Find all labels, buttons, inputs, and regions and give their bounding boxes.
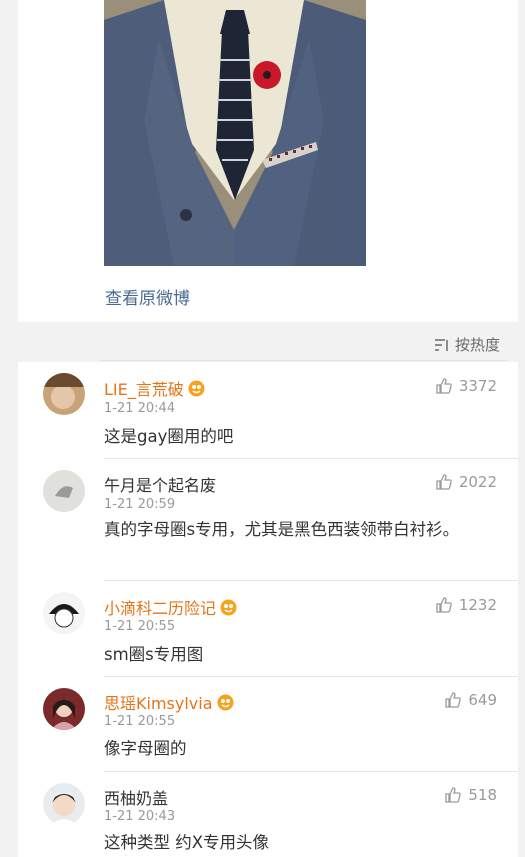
like-count: 2022 [458, 473, 497, 491]
thumbs-up-icon [445, 692, 462, 708]
comment-list: LIE_言荒破 1-21 20:44 这是gay圈用的吧 3372 午月是个起名… [18, 362, 518, 857]
username-text[interactable]: 午月是个起名废 [104, 472, 216, 496]
like-count: 649 [468, 691, 497, 709]
comment-text: 像字母圈的 [104, 739, 187, 758]
sort-icon [434, 338, 448, 351]
comment-text: sm圈s专用图 [104, 645, 204, 664]
comment-sort-bar: 按热度 [0, 322, 525, 362]
divider [100, 360, 507, 361]
comment-username[interactable]: 思瑶Kimsylvia [104, 690, 234, 714]
vip-badge-icon [188, 380, 205, 396]
avatar[interactable] [43, 470, 85, 512]
username-text[interactable]: LIE_言荒破 [104, 376, 184, 400]
vip-badge-icon [217, 694, 233, 710]
like-count: 1232 [458, 596, 497, 614]
like-button[interactable]: 2022 [435, 473, 497, 491]
original-post-card: 查看原微博 [18, 0, 518, 322]
comment-time: 1-21 20:59 [104, 497, 176, 512]
comment-time: 1-21 20:43 [104, 809, 176, 824]
comment-username[interactable]: 小滴科二历险记 [104, 595, 237, 619]
comment-username[interactable]: LIE_言荒破 [104, 376, 205, 400]
thumbs-up-icon [436, 597, 452, 613]
comment-text: 真的字母圈s专用，尤其是黑色西装领带白衬衫。 [104, 520, 460, 539]
comment-item: 西柚奶盖 1-21 20:43 这种类型 约X专用头像 518 [18, 772, 518, 857]
comment-username[interactable]: 西柚奶盖 [104, 785, 168, 809]
avatar[interactable] [43, 592, 85, 634]
comment-time: 1-21 20:44 [104, 401, 176, 416]
comment-item: LIE_言荒破 1-21 20:44 这是gay圈用的吧 3372 [18, 362, 518, 460]
username-text[interactable]: 西柚奶盖 [104, 785, 168, 809]
like-count: 518 [468, 786, 497, 804]
comment-username[interactable]: 午月是个起名废 [104, 472, 216, 496]
sort-by-hot-button[interactable]: 按热度 [434, 334, 500, 355]
like-button[interactable]: 518 [444, 786, 497, 804]
view-original-post-link[interactable]: 查看原微博 [105, 284, 190, 309]
comment-item: 小滴科二历险记 1-21 20:55 sm圈s专用图 1232 [18, 581, 518, 678]
post-image[interactable] [104, 0, 366, 266]
avatar[interactable] [43, 783, 85, 825]
avatar[interactable] [43, 373, 85, 415]
comment-time: 1-21 20:55 [104, 714, 176, 729]
thumbs-up-icon [445, 787, 462, 803]
thumbs-up-icon [436, 378, 452, 394]
comment-time: 1-21 20:55 [104, 619, 176, 634]
comment-text: 这是gay圈用的吧 [104, 427, 234, 446]
like-button[interactable]: 3372 [435, 377, 497, 395]
comment-item: 思瑶Kimsylvia 1-21 20:55 像字母圈的 649 [18, 677, 518, 772]
username-text[interactable]: 思瑶Kimsylvia [104, 690, 213, 714]
comment-item: 午月是个起名废 1-21 20:59 真的字母圈s专用，尤其是黑色西装领带白衬衫… [18, 459, 518, 581]
username-text[interactable]: 小滴科二历险记 [104, 595, 216, 619]
sort-label: 按热度 [454, 336, 500, 354]
like-button[interactable]: 1232 [435, 596, 497, 614]
comment-text: 这种类型 约X专用头像 [104, 833, 270, 852]
avatar[interactable] [43, 688, 85, 730]
like-button[interactable]: 649 [444, 691, 497, 709]
like-count: 3372 [458, 377, 497, 395]
vip-badge-icon [220, 599, 237, 615]
thumbs-up-icon [436, 474, 452, 490]
